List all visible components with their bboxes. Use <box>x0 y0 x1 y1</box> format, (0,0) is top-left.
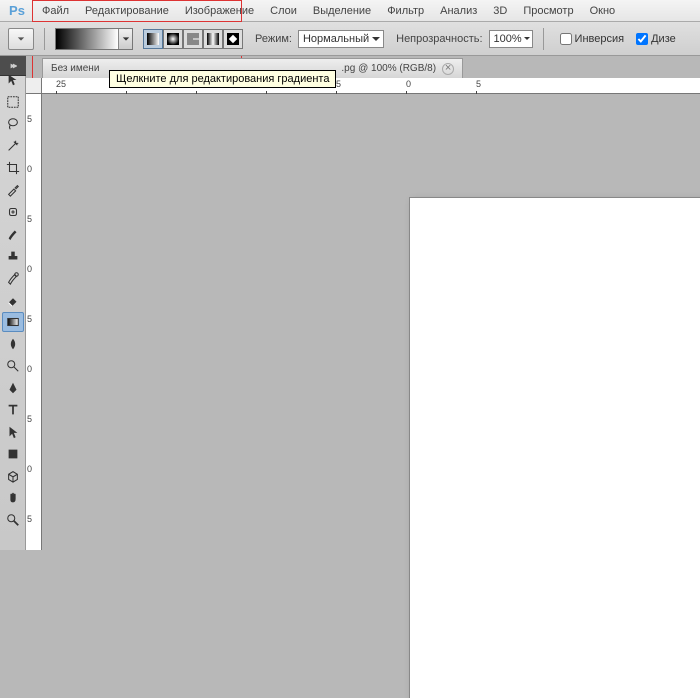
workspace: 25 20 15 10 5 0 5 5 0 5 0 5 0 5 0 5 <box>0 78 700 550</box>
ruler-tick: 5 <box>27 514 32 524</box>
ruler-vertical[interactable]: 5 0 5 0 5 0 5 0 5 <box>26 94 42 550</box>
app-logo: Ps <box>6 2 28 20</box>
tool-preset-picker[interactable] <box>8 28 34 50</box>
document-tabs: Без имени .pg @ 100% (RGB/8) × <box>0 56 700 78</box>
menu-layers[interactable]: Слои <box>262 5 305 17</box>
ruler-tick: 25 <box>56 79 66 89</box>
type-tool[interactable] <box>2 400 24 420</box>
divider <box>543 28 544 50</box>
menu-view[interactable]: Просмотр <box>515 5 581 17</box>
menu-filter[interactable]: Фильтр <box>379 5 432 17</box>
history-brush-tool[interactable] <box>2 268 24 288</box>
marquee-tool[interactable] <box>2 92 24 112</box>
tab-title-prefix: Без имени <box>51 63 99 74</box>
menu-analysis[interactable]: Анализ <box>432 5 485 17</box>
dither-label: Дизе <box>651 33 676 45</box>
ruler-tick: 5 <box>336 79 341 89</box>
menu-edit[interactable]: Редактирование <box>77 5 177 17</box>
ruler-tick: 5 <box>27 314 32 324</box>
healing-tool[interactable] <box>2 202 24 222</box>
mode-label: Режим: <box>255 33 292 45</box>
brush-tool[interactable] <box>2 224 24 244</box>
menu-select[interactable]: Выделение <box>305 5 379 17</box>
chevron-down-icon <box>524 37 530 43</box>
gradient-picker[interactable] <box>55 28 133 50</box>
zoom-tool[interactable] <box>2 510 24 530</box>
dither-checkbox[interactable]: Дизе <box>636 33 676 45</box>
crop-tool[interactable] <box>2 158 24 178</box>
tab-title-suffix: .pg @ 100% (RGB/8) <box>341 63 436 74</box>
gradient-linear-button[interactable] <box>143 29 163 49</box>
tool-panel <box>0 56 26 550</box>
ruler-tick: 0 <box>406 79 411 89</box>
pen-tool[interactable] <box>2 378 24 398</box>
ruler-tick: 5 <box>27 114 32 124</box>
opacity-input[interactable]: 100% <box>489 30 533 48</box>
gradient-reflected-button[interactable] <box>203 29 223 49</box>
options-bar: Режим: Нормальный Непрозрачность: 100% И… <box>0 22 700 56</box>
menu-3d[interactable]: 3D <box>485 5 515 17</box>
eraser-tool[interactable] <box>2 290 24 310</box>
opacity-value: 100% <box>494 33 522 45</box>
shape-tool[interactable] <box>2 444 24 464</box>
close-icon[interactable]: × <box>442 63 454 75</box>
gradient-preview <box>56 29 118 49</box>
ruler-tick: 0 <box>27 464 32 474</box>
ruler-tick: 5 <box>27 214 32 224</box>
dodge-tool[interactable] <box>2 356 24 376</box>
menu-bar: Ps Файл Редактирование Изображение Слои … <box>0 0 700 22</box>
path-select-tool[interactable] <box>2 422 24 442</box>
ruler-tick: 0 <box>27 164 32 174</box>
gradient-radial-button[interactable] <box>163 29 183 49</box>
ruler-tick: 5 <box>27 414 32 424</box>
lasso-tool[interactable] <box>2 114 24 134</box>
invert-label: Инверсия <box>575 33 625 45</box>
gradient-type-group <box>143 29 243 49</box>
document-canvas[interactable] <box>410 198 700 698</box>
gradient-dropdown-icon[interactable] <box>118 29 132 49</box>
menu-file[interactable]: Файл <box>34 5 77 17</box>
gradient-diamond-button[interactable] <box>223 29 243 49</box>
opacity-label: Непрозрачность: <box>396 33 482 45</box>
gradient-tooltip: Щелкните для редактирования градиента <box>109 70 336 88</box>
invert-checkbox[interactable]: Инверсия <box>560 33 625 45</box>
eyedropper-tool[interactable] <box>2 180 24 200</box>
blur-tool[interactable] <box>2 334 24 354</box>
ruler-corner <box>26 78 42 94</box>
3d-tool[interactable] <box>2 466 24 486</box>
gradient-angle-button[interactable] <box>183 29 203 49</box>
divider <box>44 28 45 50</box>
stamp-tool[interactable] <box>2 246 24 266</box>
hand-tool[interactable] <box>2 488 24 508</box>
ruler-tick: 0 <box>27 364 32 374</box>
ruler-tick: 0 <box>27 264 32 274</box>
menu-image[interactable]: Изображение <box>177 5 262 17</box>
panel-collapse-button[interactable] <box>0 56 26 76</box>
wand-tool[interactable] <box>2 136 24 156</box>
menu-window[interactable]: Окно <box>582 5 624 17</box>
ruler-tick: 5 <box>476 79 481 89</box>
gradient-tool[interactable] <box>2 312 24 332</box>
mode-select[interactable]: Нормальный <box>298 30 384 48</box>
